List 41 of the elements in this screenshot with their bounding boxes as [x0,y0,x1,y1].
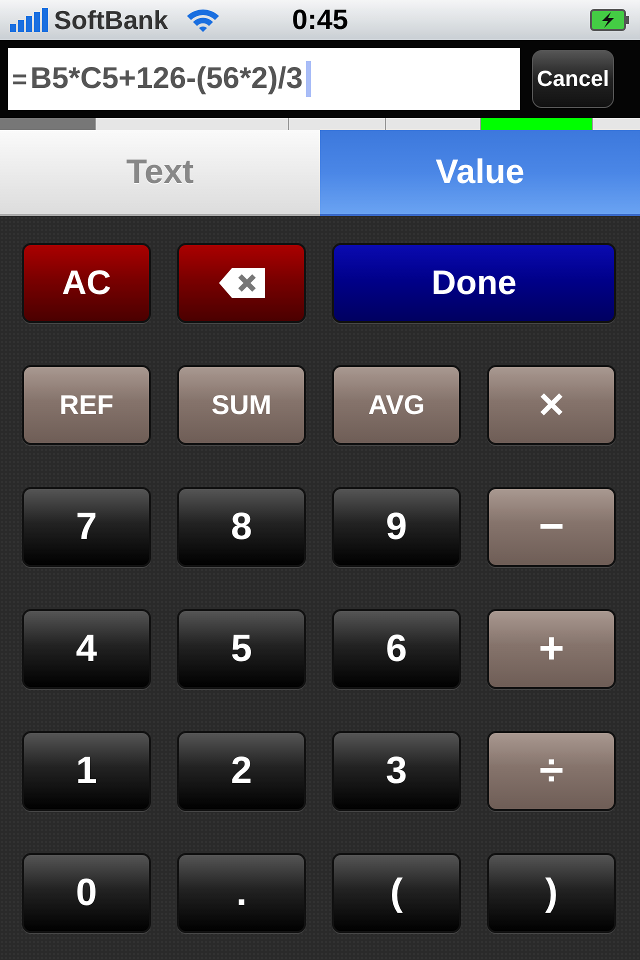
status-time: 0:45 [292,4,348,36]
sheet-cell[interactable] [480,118,592,130]
key-button[interactable]: ) [487,853,616,933]
key-button[interactable]: 6 [332,609,461,689]
formula-field[interactable]: =B5*C5+126-(56*2)/3 [8,48,520,110]
tab[interactable]: Value [320,130,640,216]
sheet-cell[interactable] [95,118,288,130]
signal-icon [10,8,48,32]
backspace-icon [218,267,266,299]
key-button[interactable]: 9 [332,487,461,567]
row-header[interactable] [0,118,95,130]
key-button[interactable]: AC [22,243,151,323]
carrier-name: SoftBank [54,4,168,36]
key-button[interactable]: 4 [22,609,151,689]
key-button[interactable]: ÷ [487,731,616,811]
formula-text: B5*C5+126-(56*2)/3 [30,62,303,96]
key-button[interactable]: . [177,853,306,933]
sheet-cell[interactable] [385,118,480,130]
cancel-button[interactable]: Cancel [532,50,614,108]
key-button[interactable]: 0 [22,853,151,933]
text-cursor [306,61,311,97]
battery-icon [590,9,630,31]
key-button[interactable]: SUM [177,365,306,445]
key-button[interactable]: 1 [22,731,151,811]
key-button[interactable]: 2 [177,731,306,811]
key-button[interactable]: 8 [177,487,306,567]
key-button[interactable]: 7 [22,487,151,567]
backspace-button[interactable] [177,243,306,323]
equals-sign: = [12,64,28,94]
key-button[interactable]: 3 [332,731,461,811]
key-button[interactable]: REF [22,365,151,445]
key-button[interactable]: AVG [332,365,461,445]
sheet-cell[interactable] [288,118,385,130]
key-button[interactable]: 5 [177,609,306,689]
key-button[interactable]: Done [332,243,616,323]
wifi-icon [186,7,220,33]
sheet-cell[interactable] [592,118,640,130]
key-button[interactable]: − [487,487,616,567]
key-button[interactable]: ( [332,853,461,933]
key-button[interactable]: + [487,609,616,689]
key-button[interactable]: × [487,365,616,445]
